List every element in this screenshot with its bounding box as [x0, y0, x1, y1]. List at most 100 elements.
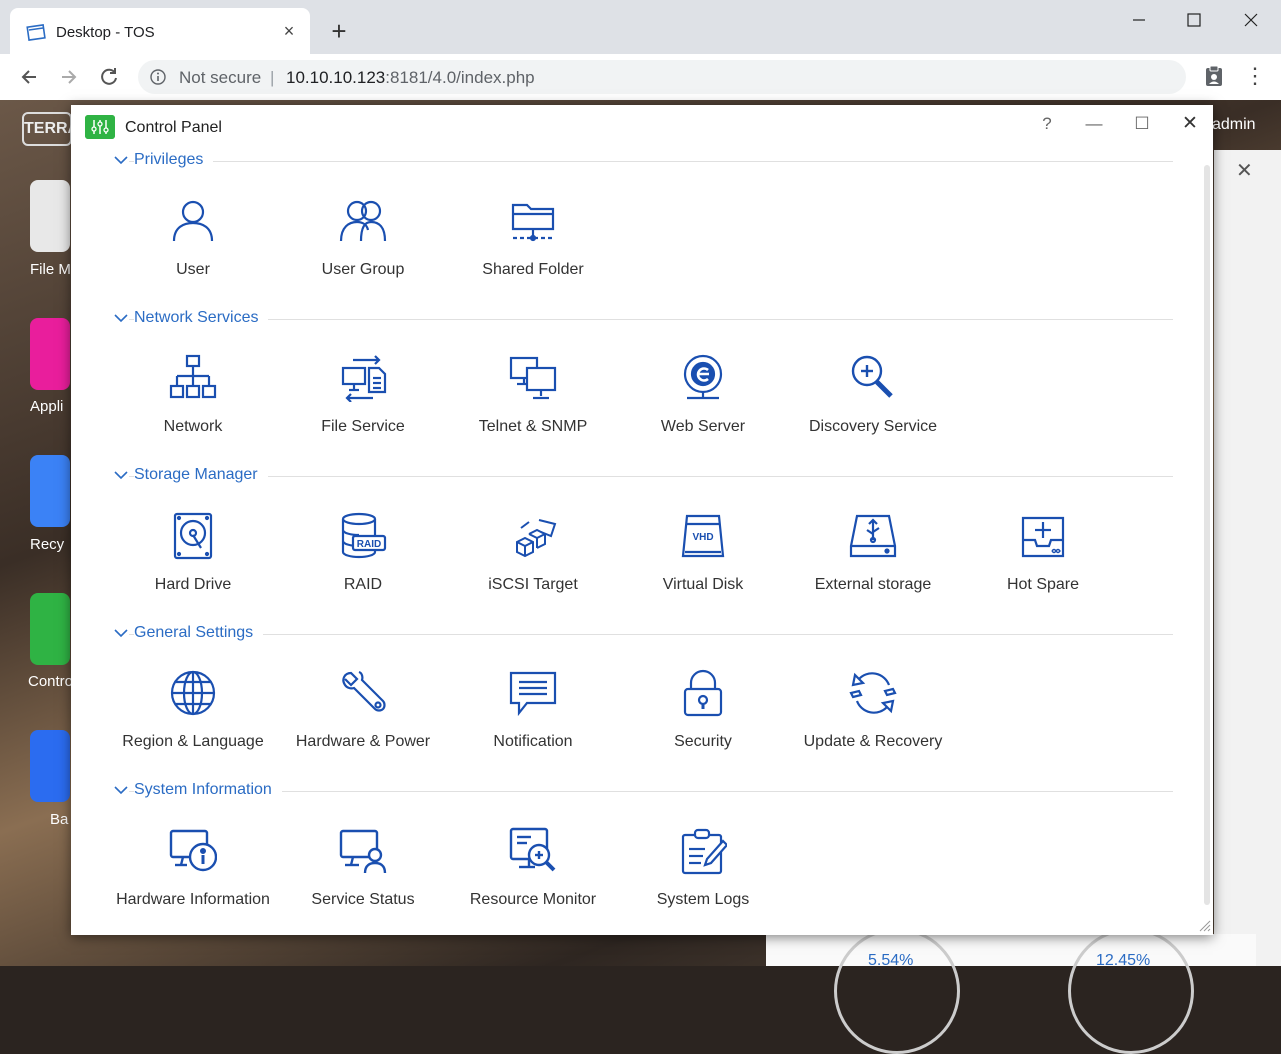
browser-menu-icon[interactable]: ⋮ [1244, 63, 1266, 89]
memory-gauge [1068, 928, 1194, 1054]
section-title: Privileges [134, 151, 214, 169]
item-file-service[interactable]: File Service [283, 354, 443, 444]
forward-arrow-icon[interactable] [56, 64, 82, 90]
panel-maximize-button[interactable]: ☐ [1129, 111, 1155, 137]
item-raid[interactable]: RAID RAID [283, 512, 443, 602]
discovery-service-icon [851, 355, 893, 398]
help-button[interactable]: ? [1034, 111, 1060, 137]
item-notification[interactable]: Notification [453, 669, 613, 759]
telnet-snmp-icon [509, 356, 557, 400]
item-label: Shared Folder [482, 261, 584, 278]
item-region-language[interactable]: Region & Language [113, 669, 273, 759]
tab-close-icon[interactable]: × [278, 20, 300, 42]
section-title: System Information [134, 781, 282, 799]
item-system-logs[interactable]: System Logs [623, 827, 783, 917]
item-shared-folder[interactable]: Shared Folder [453, 197, 613, 287]
chevron-down-icon[interactable] [113, 625, 129, 641]
item-label: iSCSI Target [488, 576, 578, 593]
control-panel-title: Control Panel [125, 119, 222, 136]
network-icon [169, 354, 217, 399]
section-divider [113, 161, 1173, 162]
item-hardware-information[interactable]: Hardware Information [113, 827, 273, 935]
chevron-down-icon[interactable] [113, 467, 129, 483]
notification-icon [509, 671, 557, 717]
section-general-settings[interactable]: General Settings [113, 624, 1173, 645]
section-title: Storage Manager [134, 466, 268, 484]
section-divider [113, 634, 1173, 635]
extension-clipboard-icon[interactable] [1202, 64, 1226, 88]
item-hard-drive[interactable]: Hard Drive [113, 512, 273, 602]
desktop-icon-recycle-bin[interactable] [30, 455, 70, 527]
url-text: 10.10.10.123:8181/4.0/index.php [286, 68, 535, 88]
info-icon[interactable] [150, 69, 166, 85]
service-status-icon [339, 829, 387, 874]
item-hot-spare[interactable]: Hot Spare [963, 512, 1123, 602]
item-telnet-snmp[interactable]: Telnet & SNMP [453, 354, 613, 444]
url-omnibox[interactable]: Not secure | 10.10.10.123:8181/4.0/index… [138, 60, 1186, 94]
section-network-services[interactable]: Network Services [113, 309, 1173, 330]
item-label: Hard Drive [154, 576, 232, 593]
desktop-icon-backup[interactable] [30, 730, 70, 802]
tab-title: Desktop - TOS [56, 24, 155, 41]
panel-scrollbar[interactable] [1204, 165, 1210, 905]
item-label: Security [674, 733, 732, 750]
item-virtual-disk[interactable]: VHD Virtual Disk [623, 512, 783, 602]
panel-close-button[interactable]: ✕ [1177, 111, 1203, 137]
admin-user-menu[interactable]: admin [1212, 116, 1256, 134]
desktop-icon-applications[interactable] [30, 318, 70, 390]
item-external-storage[interactable]: External storage [793, 512, 953, 602]
window-close-icon[interactable] [1236, 8, 1266, 34]
item-update-recovery[interactable]: Update & Recovery [793, 669, 953, 759]
item-user[interactable]: User [113, 197, 273, 287]
back-arrow-icon[interactable] [16, 64, 42, 90]
desktop-label-recycle-bin: Recy [30, 536, 65, 553]
desktop-label-applications: Appli [30, 398, 64, 415]
browser-tab[interactable]: Desktop - TOS × [10, 8, 310, 54]
item-web-server[interactable]: Web Server [623, 354, 783, 444]
item-label: Network [163, 418, 223, 435]
item-service-status[interactable]: Service Status [283, 827, 443, 917]
window-minimize-icon[interactable] [1124, 8, 1154, 34]
item-resource-monitor[interactable]: Resource Monitor [453, 827, 613, 917]
item-label: Notification [493, 733, 573, 750]
section-storage-manager[interactable]: Storage Manager [113, 466, 1173, 487]
resize-handle-icon[interactable] [1197, 918, 1211, 932]
item-hardware-power[interactable]: Hardware & Power [283, 669, 443, 759]
panel-minimize-button[interactable]: — [1081, 111, 1107, 137]
user-icon [172, 200, 214, 242]
lock-icon [683, 669, 723, 717]
item-label: Web Server [660, 418, 746, 435]
not-secure-label: Not secure [179, 68, 262, 87]
chevron-down-icon[interactable] [113, 152, 129, 168]
item-discovery-service[interactable]: Discovery Service [793, 354, 953, 444]
address-toolbar: Not secure | 10.10.10.123:8181/4.0/index… [0, 54, 1281, 101]
section-system-information[interactable]: System Information [113, 781, 1173, 802]
item-security[interactable]: Security [623, 669, 783, 759]
chevron-down-icon[interactable] [113, 310, 129, 326]
section-title: General Settings [134, 624, 264, 642]
vhd-badge-text: VHD [692, 532, 713, 543]
item-label: File Service [321, 418, 405, 435]
desktop-icon-control-panel[interactable] [30, 593, 70, 665]
section-privileges[interactable]: Privileges [113, 151, 1173, 172]
reload-icon[interactable] [96, 64, 122, 90]
shared-folder-icon [511, 203, 555, 242]
virtual-disk-icon: VHD [681, 514, 725, 558]
desktop-label-file-manager: File M [30, 261, 71, 278]
background-dashboard-panel [1214, 150, 1281, 966]
item-label: Update & Recovery [803, 733, 943, 750]
item-iscsi-target[interactable]: iSCSI Target [453, 512, 613, 602]
item-label: Hot Spare [1006, 576, 1080, 593]
window-maximize-icon[interactable] [1179, 8, 1209, 34]
url-host: 10.10.10.123 [286, 68, 386, 87]
item-user-group[interactable]: User Group [283, 197, 443, 287]
resource-monitor-icon [509, 827, 556, 872]
new-tab-button[interactable]: + [326, 18, 352, 44]
section-title: Network Services [134, 309, 269, 327]
user-group-icon [339, 200, 387, 242]
external-storage-icon [849, 514, 897, 558]
chevron-down-icon[interactable] [113, 782, 129, 798]
item-network[interactable]: Network [113, 354, 273, 444]
desktop-icon-file-manager[interactable] [30, 180, 70, 252]
background-panel-close-icon[interactable]: ✕ [1236, 158, 1253, 183]
